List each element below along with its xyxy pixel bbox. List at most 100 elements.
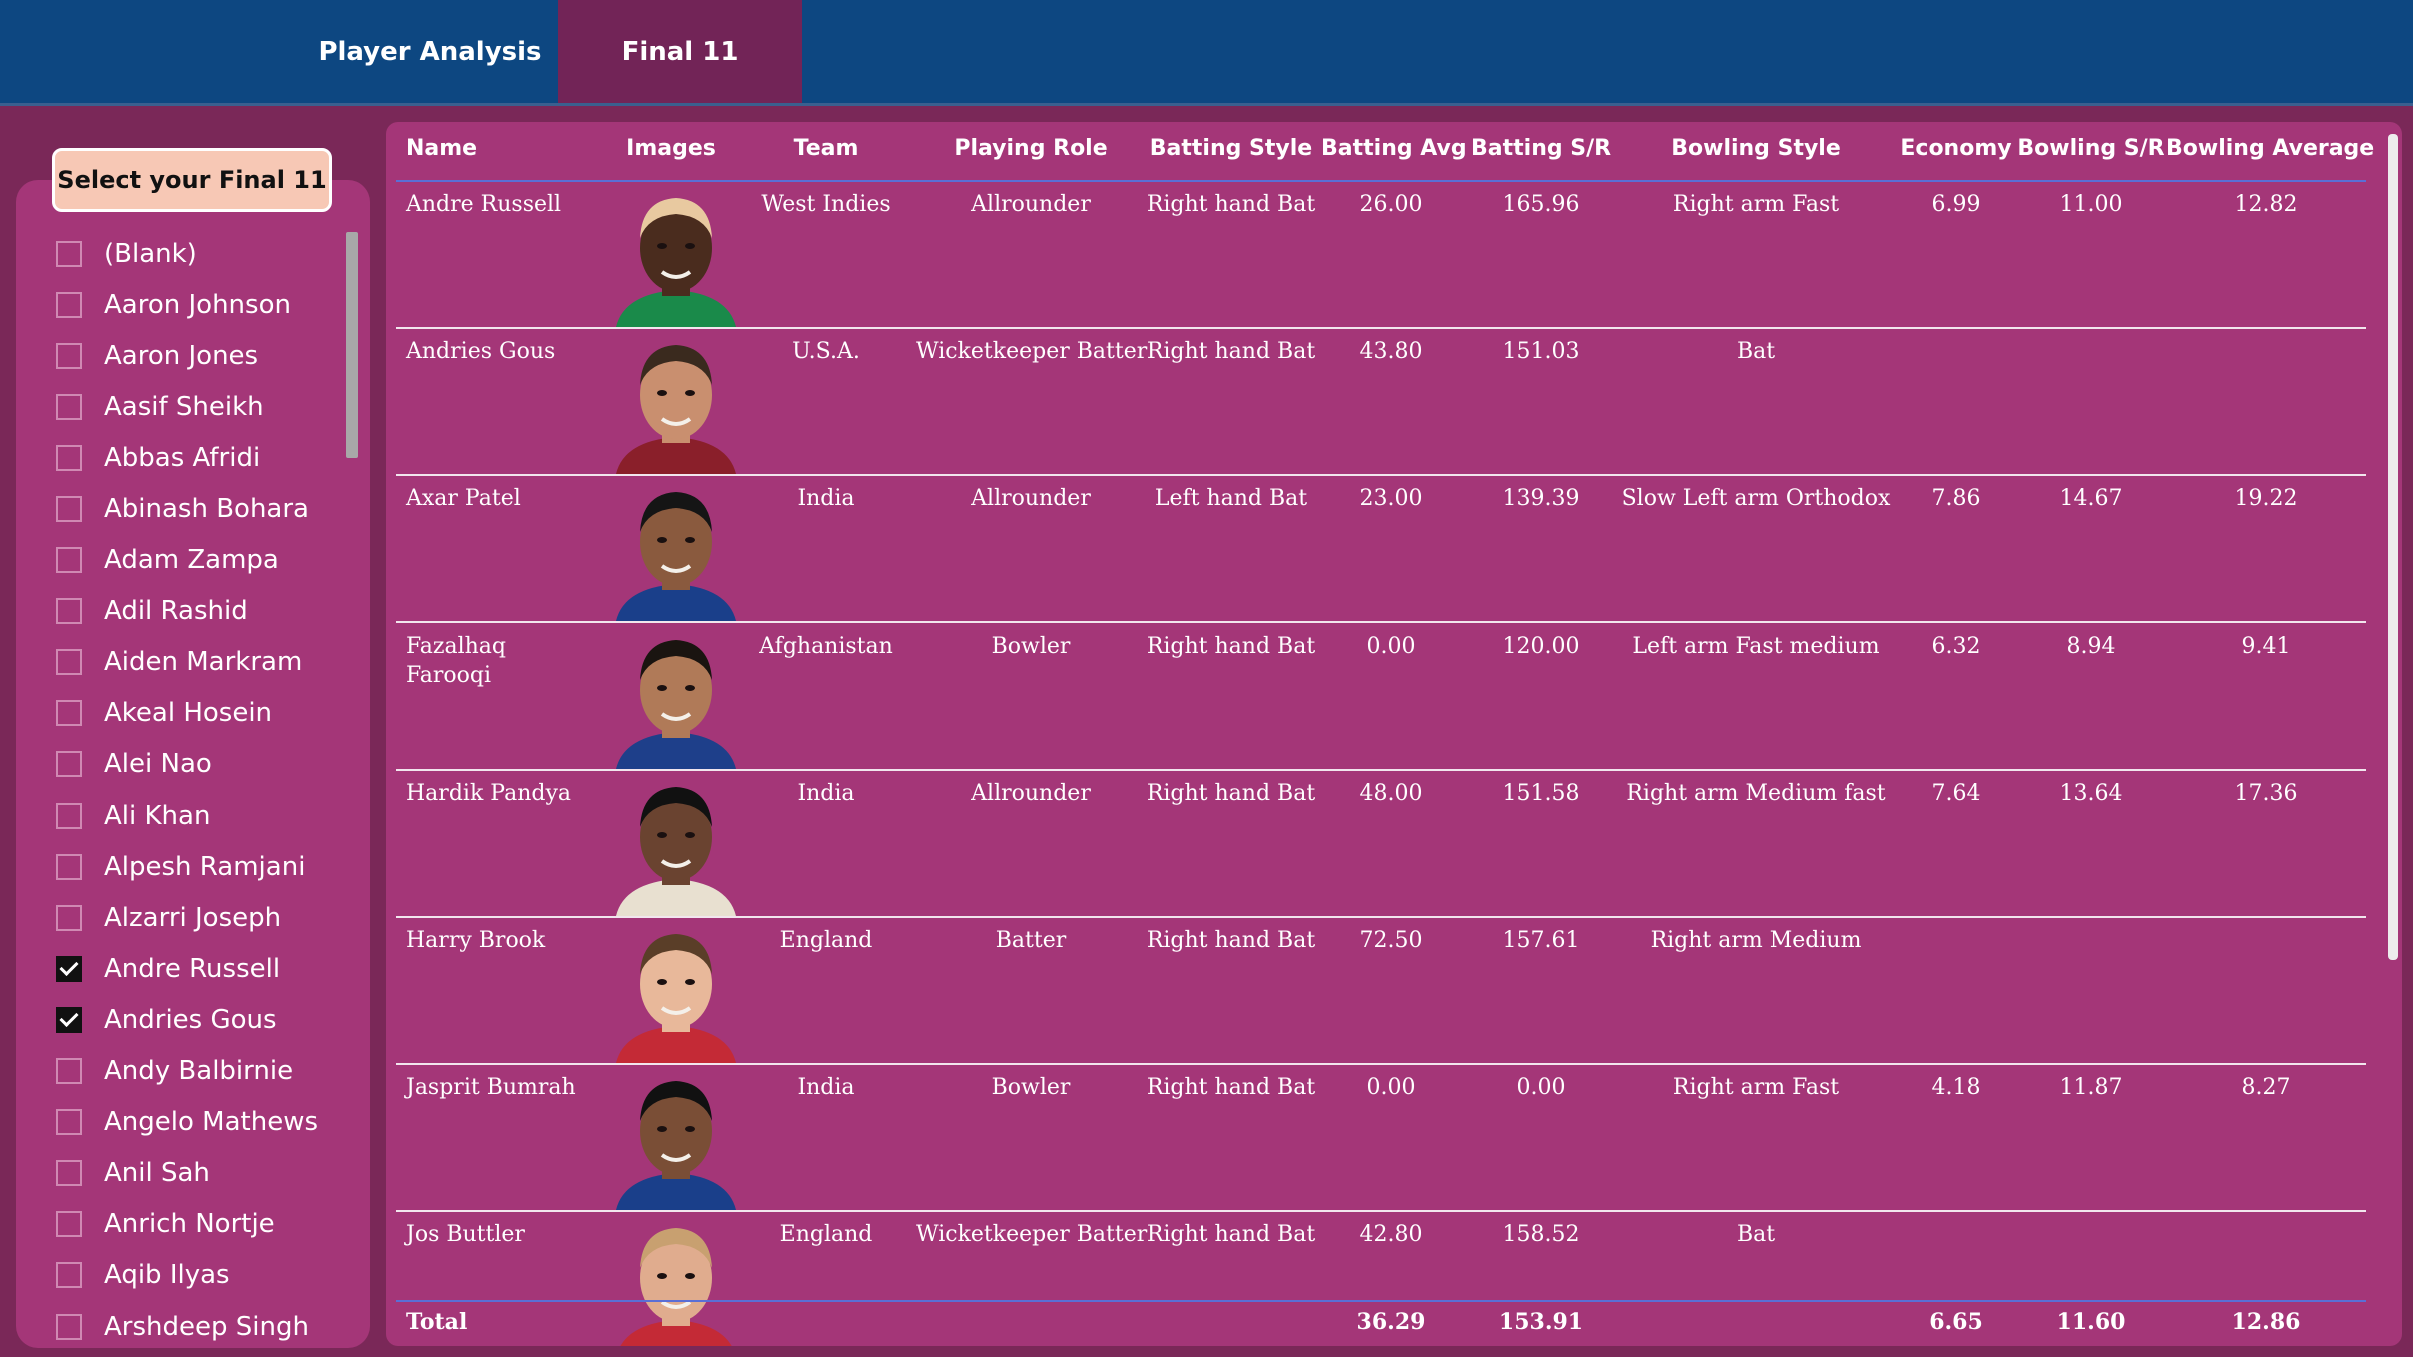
- checkbox[interactable]: [56, 853, 82, 880]
- checkbox[interactable]: [56, 342, 82, 369]
- slicer-item[interactable]: Andy Balbirnie: [36, 1046, 346, 1097]
- slicer-item[interactable]: Akeal Hosein: [36, 688, 346, 739]
- header-name[interactable]: Name: [406, 136, 477, 161]
- tab-final-11[interactable]: Final 11: [558, 0, 802, 103]
- slicer-item[interactable]: Aaron Johnson: [36, 279, 346, 330]
- table-row[interactable]: Andre Russell West Indies Allrounder Right …: [396, 182, 2366, 329]
- header-bowling-sr[interactable]: Bowling S/R: [2016, 136, 2166, 161]
- checkbox[interactable]: [56, 751, 82, 778]
- cell-team: U.S.A.: [792, 339, 860, 365]
- header-bowling-style[interactable]: Bowling Style: [1606, 136, 1906, 161]
- header-images[interactable]: Images: [596, 136, 746, 161]
- slicer-item[interactable]: Aasif Sheikh: [36, 381, 346, 432]
- cell-role: Allrounder: [971, 192, 1091, 217]
- checkbox[interactable]: [56, 1211, 82, 1238]
- checkbox[interactable]: [56, 1109, 82, 1136]
- table-row[interactable]: Hardik Pandya India Allrounder Right hand B…: [396, 771, 2366, 918]
- cell-batting-style: Left hand Bat: [1154, 486, 1308, 512]
- table-row[interactable]: Jasprit Bumrah India Bowler Right hand Bat 0…: [396, 1065, 2366, 1213]
- header-batting-sr[interactable]: Batting S/R: [1471, 136, 1611, 161]
- header-bowling-average[interactable]: Bowling Average: [2166, 136, 2374, 161]
- checkbox[interactable]: [56, 240, 82, 267]
- table-row[interactable]: Fazalhaq Farooqi Afghanistan Bowler Right h…: [396, 624, 2366, 771]
- slicer-item-label: Alzarri Joseph: [104, 902, 282, 933]
- table-row[interactable]: Axar Patel India Allrounder Left hand Bat 23…: [396, 476, 2366, 624]
- totals-label: Total: [406, 1309, 468, 1335]
- table-scrollbar[interactable]: [2388, 134, 2398, 960]
- slicer-item[interactable]: Abbas Afridi: [36, 432, 346, 483]
- player-photo: [606, 775, 746, 916]
- cell-role: Bowler: [991, 1075, 1071, 1101]
- checkbox-checked[interactable]: [56, 955, 82, 982]
- cell-bowling-style: Right arm Fast: [1672, 192, 1840, 217]
- checkbox[interactable]: [56, 802, 82, 829]
- checkbox[interactable]: [56, 393, 82, 420]
- slicer-item-label: (Blank): [104, 238, 197, 269]
- cell-batting-avg: 72.50: [1359, 928, 1423, 953]
- select-final-11-button[interactable]: Select your Final 11: [52, 148, 332, 212]
- slicer-item[interactable]: Abinash Bohara: [36, 483, 346, 534]
- checkbox[interactable]: [56, 444, 82, 471]
- header-batting-avg[interactable]: Batting Avg: [1321, 136, 1467, 161]
- slicer-list: (Blank) Aaron Johnson Aaron Jones Aasif She…: [36, 228, 346, 1348]
- checkbox[interactable]: [56, 1058, 82, 1085]
- cell-name: Jos Buttler: [406, 1222, 525, 1248]
- slicer-item[interactable]: Adam Zampa: [36, 535, 346, 586]
- slicer-item-label: Anil Sah: [104, 1158, 210, 1189]
- slicer-item[interactable]: Aaron Jones: [36, 330, 346, 381]
- slicer-item[interactable]: Alei Nao: [36, 739, 346, 790]
- cell-batting-sr: 120.00: [1502, 633, 1580, 659]
- checkbox[interactable]: [56, 700, 82, 727]
- player-photo: [606, 480, 746, 622]
- header-team[interactable]: Team: [736, 136, 916, 161]
- slicer-item[interactable]: Anrich Nortje: [36, 1199, 346, 1250]
- cell-name: Andries Gous: [406, 339, 556, 365]
- slicer-item[interactable]: Angelo Mathews: [36, 1097, 346, 1148]
- cell-batting-avg: 43.80: [1359, 339, 1423, 365]
- cell-batting-sr: 139.39: [1502, 486, 1580, 512]
- slicer-item[interactable]: Adil Rashid: [36, 586, 346, 637]
- slicer-item-label: Aiden Markram: [104, 647, 303, 678]
- table-row[interactable]: Harry Brook England Batter Right hand Bat 72…: [396, 918, 2366, 1065]
- totals-bowling-sr: 11.60: [2056, 1309, 2126, 1335]
- header-economy[interactable]: Economy: [1886, 136, 2026, 161]
- slicer-item[interactable]: Arshdeep Singh: [36, 1301, 346, 1348]
- cell-role: Bowler: [991, 633, 1071, 659]
- slicer-item-label: Akeal Hosein: [104, 698, 273, 729]
- checkbox[interactable]: [56, 1160, 82, 1187]
- cell-batting-style: Right hand Bat: [1146, 1222, 1316, 1248]
- slicer-item[interactable]: Alzarri Joseph: [36, 892, 346, 943]
- cell-bowling-avg: 9.41: [2241, 633, 2291, 659]
- checkbox-checked[interactable]: [56, 1006, 82, 1033]
- checkbox[interactable]: [56, 904, 82, 931]
- slicer-item[interactable]: Anil Sah: [36, 1148, 346, 1199]
- checkbox[interactable]: [56, 291, 82, 318]
- checkbox[interactable]: [56, 649, 82, 676]
- slicer-item-label: Adam Zampa: [104, 545, 279, 576]
- slicer-item[interactable]: Andries Gous: [36, 994, 346, 1045]
- slicer-item[interactable]: (Blank): [36, 228, 346, 279]
- slicer-scrollbar[interactable]: [346, 232, 358, 458]
- table-row[interactable]: Andries Gous U.S.A. Wicketkeeper Batter Rig…: [396, 329, 2366, 477]
- cell-economy: 7.64: [1931, 780, 1981, 806]
- slicer-item[interactable]: Andre Russell: [36, 943, 346, 994]
- checkbox[interactable]: [56, 496, 82, 523]
- checkbox[interactable]: [56, 598, 82, 625]
- table-row[interactable]: Jos Buttler England Wicketkeeper Batter Rig…: [396, 1212, 2366, 1346]
- slicer-item-label: Adil Rashid: [104, 596, 248, 627]
- slicer-item[interactable]: Aqib Ilyas: [36, 1250, 346, 1301]
- cell-batting-avg: 0.00: [1366, 1075, 1416, 1101]
- checkbox[interactable]: [56, 1313, 82, 1340]
- totals-row: Total 36.29 153.91 6.65 11.60 12.86: [396, 1300, 2366, 1346]
- checkbox[interactable]: [56, 1262, 82, 1289]
- header-batting-style[interactable]: Batting Style: [1136, 136, 1326, 161]
- cell-batting-sr: 151.58: [1502, 780, 1580, 806]
- cell-batting-sr: 151.03: [1502, 339, 1580, 365]
- slicer-item-label: Angelo Mathews: [104, 1107, 319, 1138]
- header-playing-role[interactable]: Playing Role: [916, 136, 1146, 161]
- checkbox[interactable]: [56, 547, 82, 574]
- slicer-item[interactable]: Alpesh Ramjani: [36, 841, 346, 892]
- slicer-item[interactable]: Aiden Markram: [36, 637, 346, 688]
- tab-player-analysis[interactable]: Player Analysis: [300, 0, 560, 103]
- slicer-item[interactable]: Ali Khan: [36, 790, 346, 841]
